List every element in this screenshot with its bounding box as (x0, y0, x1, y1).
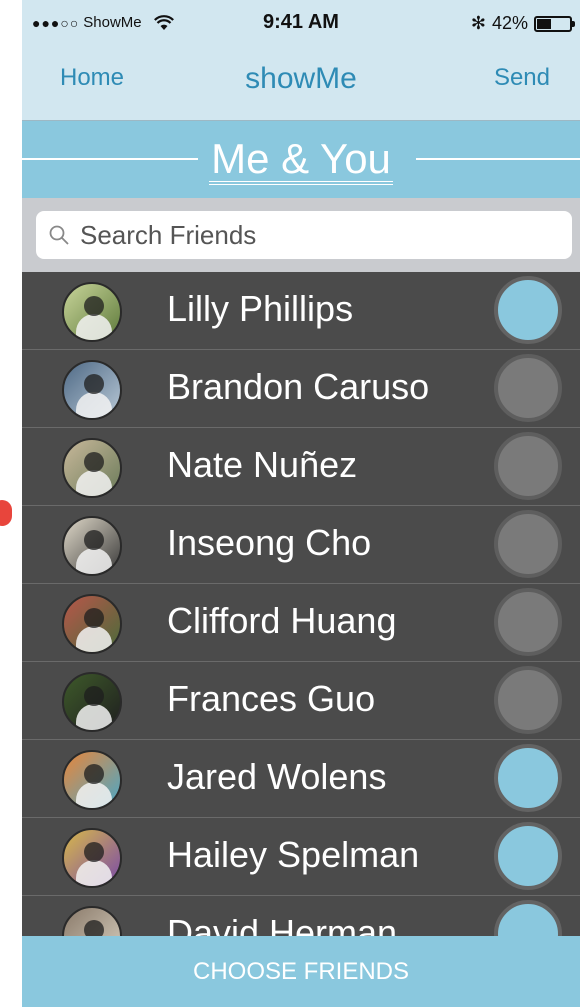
send-button[interactable]: Send (494, 64, 550, 92)
avatar-figure-head (84, 764, 104, 784)
bluetooth-icon: ✻ (470, 13, 486, 33)
friend-row[interactable]: Brandon Caruso (22, 350, 580, 428)
avatar-figure-head (84, 608, 104, 628)
avatar (62, 750, 122, 810)
avatar-figure-body (76, 548, 112, 574)
select-toggle[interactable] (494, 666, 562, 734)
avatar-figure-body (76, 314, 112, 340)
friend-name: Lilly Phillips (167, 288, 354, 329)
status-bar: ●●●○○ ShowMe 9:41 AM ✻ 42% (22, 0, 580, 50)
avatar-figure-head (84, 374, 104, 394)
battery-icon (534, 15, 575, 32)
avatar (62, 516, 122, 576)
friend-name: Inseong Cho (167, 522, 372, 563)
banner-heading-text: Me & You (209, 137, 393, 185)
avatar (62, 360, 122, 420)
friend-row[interactable]: Inseong Cho (22, 506, 580, 584)
friend-name: Hailey Spelman (167, 834, 420, 875)
avatar (62, 438, 122, 498)
friend-row[interactable]: David Herman (22, 896, 580, 936)
search-bar (22, 198, 580, 272)
choose-friends-button[interactable]: CHOOSE FRIENDS (22, 936, 580, 1007)
select-toggle[interactable] (494, 432, 562, 500)
select-toggle[interactable] (494, 822, 562, 890)
select-toggle[interactable] (494, 354, 562, 422)
battery-fill (537, 18, 552, 29)
avatar-figure-body (76, 704, 112, 730)
friend-row[interactable]: Jared Wolens (22, 740, 580, 818)
friend-name: Clifford Huang (167, 600, 397, 641)
battery-percent: 42% (491, 13, 528, 33)
select-toggle[interactable] (494, 588, 562, 656)
avatar-figure-body (76, 392, 112, 418)
avatar-figure-body (76, 782, 112, 808)
avatar (62, 672, 122, 732)
avatar-figure-head (84, 920, 104, 936)
banner-heading: Me & You (22, 135, 580, 185)
select-toggle[interactable] (494, 276, 562, 344)
friend-name: Frances Guo (167, 678, 376, 719)
friend-name: Brandon Caruso (167, 366, 430, 407)
avatar-figure-head (84, 452, 104, 472)
select-toggle[interactable] (494, 510, 562, 578)
status-right: ✻ 42% (470, 13, 575, 34)
friend-row[interactable]: Hailey Spelman (22, 818, 580, 896)
friend-list: Lilly Phillips Brandon Caruso Nate Nuñez In… (22, 272, 580, 936)
search-icon (48, 224, 70, 246)
avatar-figure-head (84, 296, 104, 316)
friend-row[interactable]: Frances Guo (22, 662, 580, 740)
friend-name: David Herman (167, 912, 398, 936)
avatar (62, 828, 122, 888)
friend-row[interactable]: Lilly Phillips (22, 272, 580, 350)
avatar-figure-head (84, 530, 104, 550)
avatar (62, 906, 122, 936)
avatar-figure-head (84, 686, 104, 706)
avatar-figure-head (84, 842, 104, 862)
select-toggle[interactable] (494, 900, 562, 936)
search-input[interactable] (78, 218, 542, 252)
navigation-bar: Home showMe Send (22, 50, 580, 121)
avatar-figure-body (76, 470, 112, 496)
friend-name: Jared Wolens (167, 756, 387, 797)
friend-row[interactable]: Nate Nuñez (22, 428, 580, 506)
avatar (62, 594, 122, 654)
friend-row[interactable]: Clifford Huang (22, 584, 580, 662)
select-toggle[interactable] (494, 744, 562, 812)
avatar-figure-body (76, 626, 112, 652)
avatar (62, 282, 122, 342)
phone-screen: ●●●○○ ShowMe 9:41 AM ✻ 42% Home showMe S… (22, 0, 580, 1007)
search-box[interactable] (36, 211, 572, 259)
avatar-figure-body (76, 860, 112, 886)
friend-name: Nate Nuñez (167, 444, 358, 485)
section-banner: Me & You (22, 121, 580, 198)
